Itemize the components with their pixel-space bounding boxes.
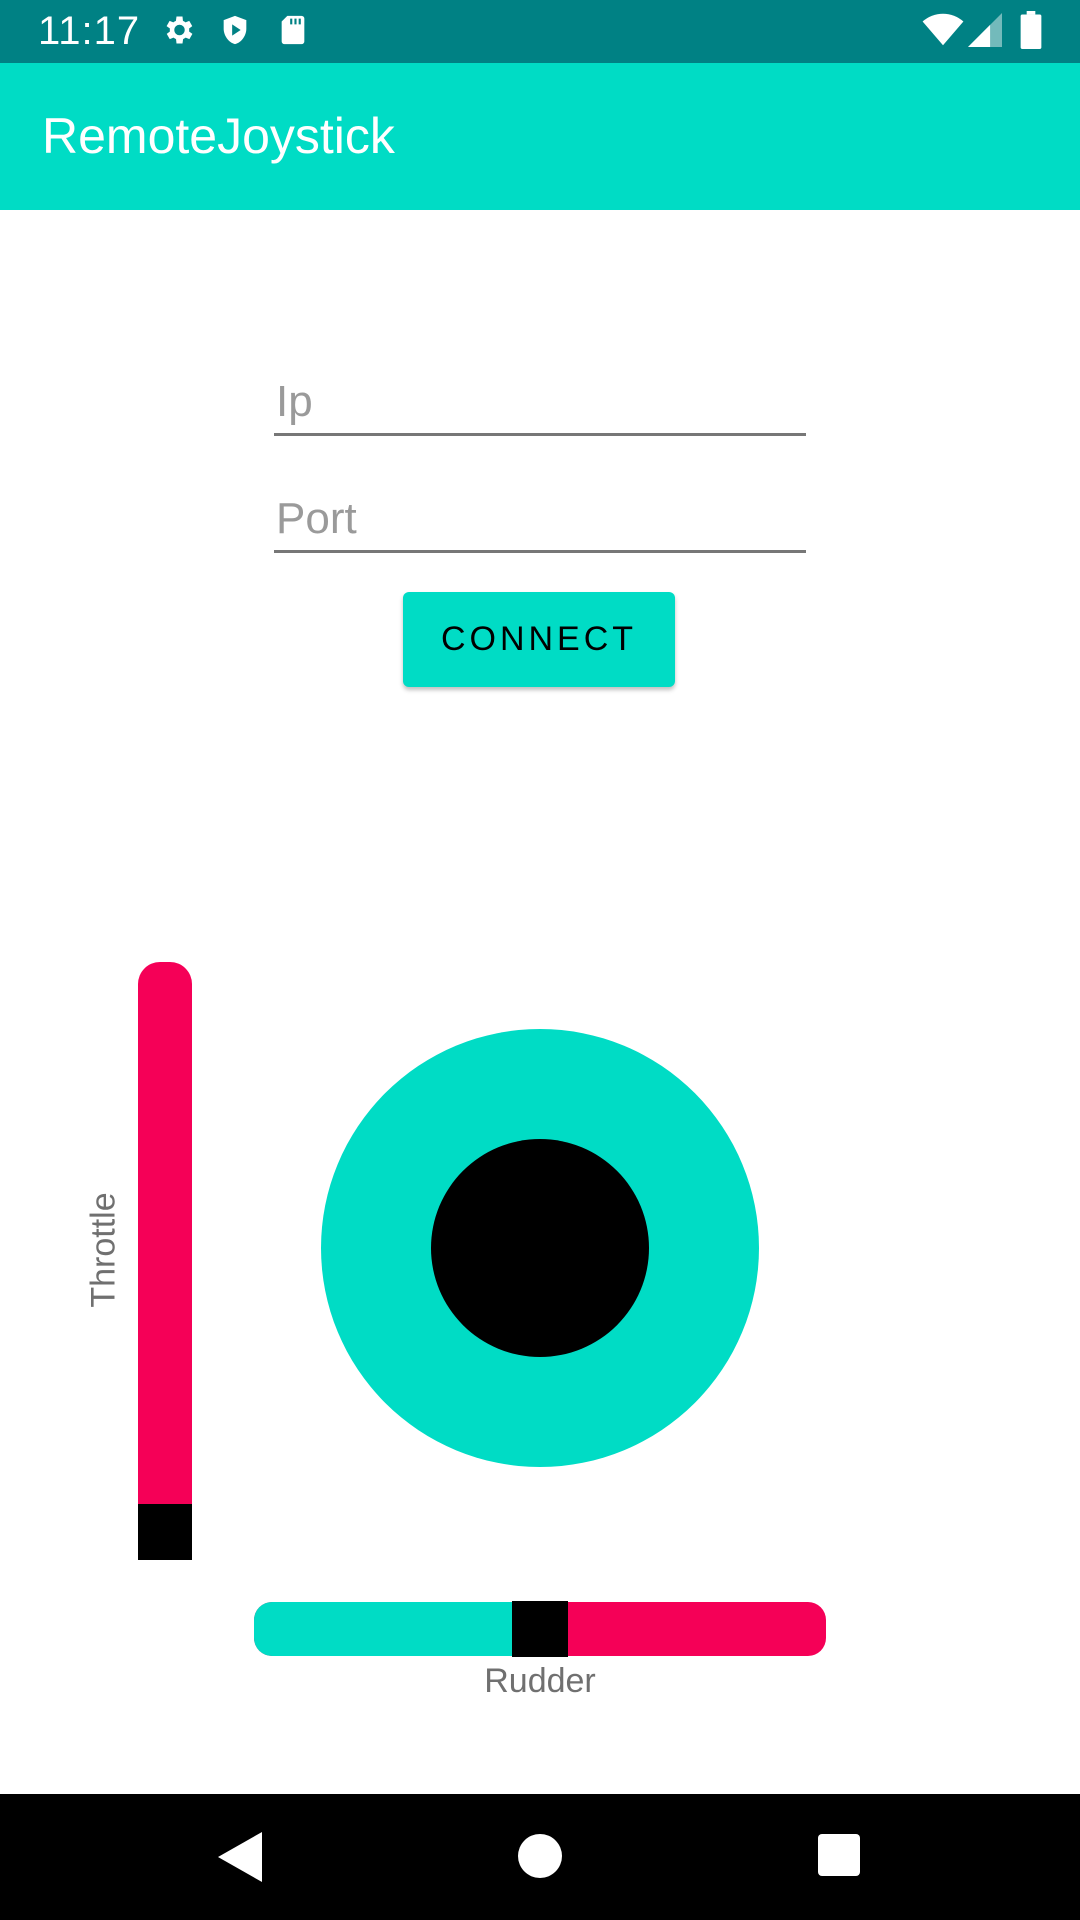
sd-card-icon	[276, 12, 310, 53]
throttle-slider-thumb[interactable]	[138, 1504, 192, 1560]
ip-input[interactable]	[274, 370, 806, 436]
back-icon[interactable]	[214, 1830, 266, 1889]
port-input[interactable]	[274, 487, 806, 553]
battery-icon	[1020, 11, 1042, 54]
recents-icon[interactable]	[818, 1834, 860, 1881]
connect-button[interactable]: CONNECT	[403, 592, 675, 687]
wifi-icon	[922, 13, 964, 52]
shield-play-icon	[218, 12, 252, 53]
status-bar: 11:17	[0, 0, 1080, 63]
gear-icon	[160, 12, 196, 53]
joystick-base[interactable]	[321, 1029, 759, 1467]
rudder-slider-thumb[interactable]	[512, 1601, 568, 1657]
joystick-knob[interactable]	[431, 1139, 649, 1357]
status-time: 11:17	[38, 9, 141, 53]
navigation-bar	[0, 1794, 1080, 1920]
cell-signal-icon	[968, 13, 1002, 52]
rudder-label: Rudder	[484, 1662, 596, 1700]
app-bar: RemoteJoystick	[0, 63, 1080, 210]
throttle-slider[interactable]	[138, 962, 192, 1560]
home-icon[interactable]	[518, 1834, 562, 1883]
throttle-label: Throttle	[84, 1192, 123, 1308]
rudder-slider-fill	[254, 1602, 540, 1656]
app-title: RemoteJoystick	[42, 108, 395, 164]
